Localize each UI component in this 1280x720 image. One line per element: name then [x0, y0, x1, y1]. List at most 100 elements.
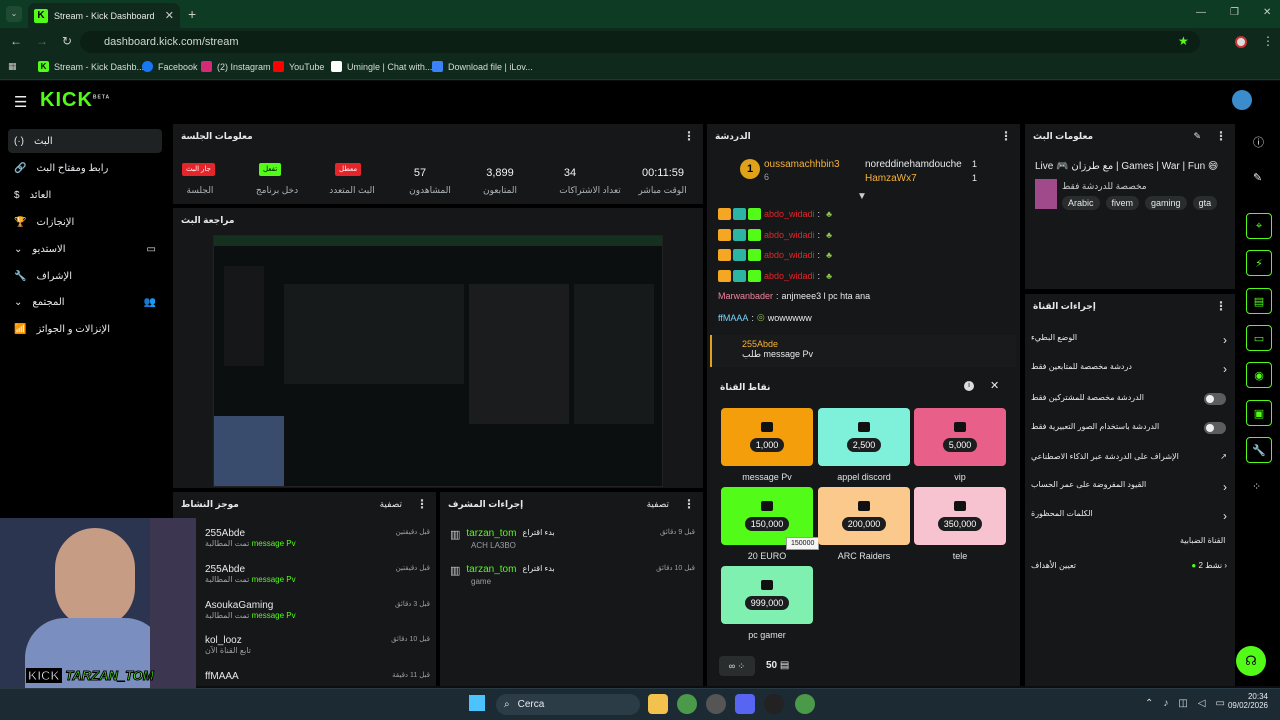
address-bar[interactable]: dashboard.kick.com/stream [80, 31, 1200, 53]
broadcast-icon: (·) [14, 135, 24, 147]
more-icon[interactable]: ⋮ [683, 129, 695, 143]
status-badge: معطل [335, 162, 362, 176]
taskbar-search[interactable]: ⌕ Cerca [496, 694, 640, 715]
clock[interactable]: 20:34 09/02/2026 [1222, 692, 1268, 710]
close-tab-icon[interactable]: ✕ [165, 9, 174, 22]
sidebar-item-moderation[interactable]: 🔧 الإشراف [8, 264, 162, 288]
filter-button[interactable]: تصفية [647, 499, 669, 510]
chat-message: abdo_widadi: ♣ [718, 249, 832, 261]
webcam-brand: KICK TARZAN_TOM [26, 668, 154, 684]
subs-value: 34 [563, 167, 577, 179]
more-icon[interactable]: ⋮ [1000, 129, 1012, 143]
browser-tab[interactable]: K Stream - Kick Dashboard ✕ [28, 3, 180, 28]
bookmark-youtube[interactable]: YouTube [273, 61, 324, 72]
new-tab-icon[interactable]: + [188, 6, 196, 22]
more-icon[interactable]: ⋮ [683, 497, 695, 511]
close-icon[interactable]: ✕ [990, 379, 999, 392]
hamburger-menu-icon[interactable]: ☰ [14, 93, 27, 111]
rail-wrench-button[interactable]: 🔧 [1246, 437, 1272, 463]
bookmark-kick[interactable]: K Stream - Kick Dashb... [38, 61, 144, 72]
chat-message: abdo_widadi: ♣ [718, 229, 832, 241]
info-icon[interactable]: ⓘ [1253, 134, 1264, 150]
info-icon[interactable]: i [964, 381, 974, 391]
more-icon[interactable]: ⋮ [416, 497, 428, 511]
wrench-icon: 🔧 [14, 270, 27, 282]
subscribers-only-toggle[interactable] [1204, 393, 1226, 405]
chrome-icon-2[interactable] [795, 694, 815, 714]
bookmark-facebook[interactable]: Facebook [142, 61, 198, 72]
discord-icon[interactable] [735, 694, 755, 714]
reward-card[interactable]: 999,000 [721, 566, 813, 624]
tab-list-button[interactable]: ⌄ [6, 6, 22, 22]
chrome-icon[interactable] [677, 694, 697, 714]
profile-avatar[interactable] [1235, 36, 1247, 48]
tray-icons[interactable]: ⌃ ♪ ◫ ◁ ▭ [1145, 698, 1225, 709]
user-avatar[interactable] [1232, 90, 1252, 110]
sidebar-item-stream-key[interactable]: 🔗 رابط ومفتاح البث [8, 156, 162, 180]
forward-icon[interactable]: → [36, 34, 48, 48]
support-button[interactable]: ☊ [1236, 646, 1266, 676]
more-icon[interactable]: ⋮ [1215, 299, 1227, 313]
maximize-icon[interactable]: ❐ [1230, 7, 1239, 18]
reward-card[interactable]: 200,000 [818, 487, 910, 545]
reward-card[interactable]: 1,000 [721, 408, 813, 466]
bookmark-umingle[interactable]: Umingle | Chat with... [331, 61, 432, 72]
apps-icon[interactable]: ▦ [8, 61, 17, 72]
goals-item[interactable]: تعيين الأهداف ● نشط 2 › [1031, 561, 1227, 570]
back-icon[interactable]: ← [10, 34, 22, 48]
sidebar-item-community[interactable]: ⌄ المجتمع 👥 [8, 290, 162, 314]
emote-only-toggle[interactable] [1204, 422, 1226, 434]
bookmark-ilove[interactable]: Download file | iLov... [432, 61, 533, 72]
mic-icon: ♪ [1163, 698, 1169, 709]
kick-logo[interactable]: KICKBETA [40, 89, 110, 112]
edit-icon[interactable]: ✎ [1193, 131, 1201, 142]
close-window-icon[interactable]: ✕ [1263, 7, 1271, 18]
mod-action-item: ▥ tarzan_tom بدء اقتراع قبل 10 دقائق game [450, 564, 695, 586]
reward-card[interactable]: 350,000 [914, 487, 1006, 545]
rail-lightning-button[interactable]: ⚡ [1246, 250, 1272, 276]
collapse-icon[interactable]: ▼ [857, 191, 867, 202]
more-icon[interactable]: ⋮ [1215, 129, 1227, 143]
rail-document-button[interactable]: ▤ [1246, 288, 1272, 314]
rail-preview-button[interactable]: ⌖ [1246, 213, 1272, 239]
start-icon[interactable] [469, 695, 485, 711]
stream-preview-video[interactable] [213, 235, 663, 487]
channel-action-item[interactable]: الإشراف على الدردشة عبر الذكاء الاصطناعي… [1031, 452, 1227, 461]
sidebar-item-stream[interactable]: (·) البث [8, 129, 162, 153]
channel-action-item[interactable]: الكلمات المحظورة › [1031, 509, 1227, 523]
status-badge: جار البث [182, 162, 215, 176]
reload-icon[interactable]: ↻ [62, 34, 72, 48]
bookmark-star-icon[interactable]: ★ [1178, 34, 1189, 48]
activity-feed-panel: موجز النشاط تصفية ⋮ [173, 492, 436, 686]
channel-action-item[interactable]: الوضع البطيء › [1031, 333, 1227, 347]
category-name: مخصصة للدردشة فقط [1062, 181, 1147, 191]
sidebar-item-revenue[interactable]: $ العائد [8, 183, 162, 207]
studio-icon: ▭ [146, 243, 156, 255]
channel-action-item[interactable]: القيود المفروضة على عمر الحساب › [1031, 480, 1227, 494]
reward-card[interactable]: 2,500 [818, 408, 910, 466]
panel-title: معلومات الجلسة [181, 130, 253, 141]
bookmark-instagram[interactable]: (2) Instagram [201, 61, 271, 72]
obs-icon[interactable] [764, 694, 784, 714]
filter-button[interactable]: تصفية [380, 499, 402, 510]
rail-tools-button[interactable]: ▣ [1246, 400, 1272, 426]
minimize-icon[interactable]: — [1196, 7, 1206, 18]
sidebar-item-studio[interactable]: ⌄ الاستديو ▭ [8, 237, 162, 261]
browser-menu-icon[interactable]: ⋮ [1262, 34, 1274, 48]
reward-card[interactable]: 5,000 [914, 408, 1006, 466]
link-icon: 🔗 [14, 162, 27, 174]
chat-message: ffMAAA: ◎ wowwwww [718, 312, 812, 323]
file-explorer-icon[interactable] [648, 694, 668, 714]
mod-actions-panel: إجراءات المشرف تصفية ⋮ [440, 492, 703, 686]
edit-icon[interactable]: ✎ [1253, 171, 1262, 184]
sidebar-item-achievements[interactable]: 🏆 الإنجازات [8, 210, 162, 234]
app-icon[interactable] [706, 694, 726, 714]
gift-icon [858, 422, 870, 432]
rail-chat-button[interactable]: ▭ [1246, 325, 1272, 351]
points-icon[interactable]: ⁘ [1252, 480, 1261, 493]
signal-icon: 📶 [14, 323, 27, 335]
channel-action-item[interactable]: دردشة مخصصة للمتابعين فقط › [1031, 362, 1227, 376]
rail-broadcast-button[interactable]: ◉ [1246, 362, 1272, 388]
points-toggle-button[interactable]: ∞ ⁘ [719, 656, 755, 676]
sidebar-item-drops[interactable]: 📶 الإنزالات و الجوائز [8, 317, 162, 341]
